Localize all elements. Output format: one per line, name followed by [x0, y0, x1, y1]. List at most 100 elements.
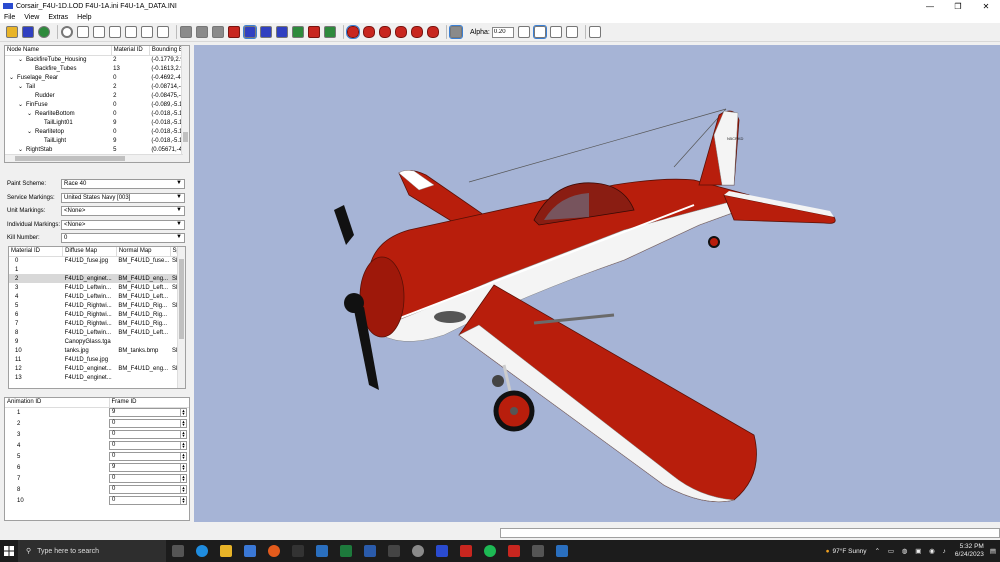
lighting-icon[interactable] [292, 26, 304, 38]
chevron-down-icon[interactable]: ⌄ [27, 128, 35, 135]
kill-number-select[interactable]: 0 ▼ [61, 232, 185, 243]
menu-view[interactable]: View [24, 14, 39, 21]
spinner-arrows-icon[interactable]: ▲ ▼ [180, 442, 186, 449]
frame-id-spinner[interactable]: 0 ▲ ▼ [109, 485, 187, 494]
aircraft-paint-icon[interactable] [363, 26, 375, 38]
spinner-arrows-icon[interactable]: ▲ ▼ [180, 453, 186, 460]
aircraft-markings-icon[interactable] [379, 26, 391, 38]
menu-help[interactable]: Help [77, 14, 91, 21]
view-back-icon[interactable] [93, 26, 105, 38]
gear-toggle-icon[interactable] [324, 26, 336, 38]
table-row[interactable]: 0F4U1D_fuse.jpgBM_F4U1D_fuse...SP_ [9, 256, 185, 265]
view-top-icon[interactable] [141, 26, 153, 38]
spinner-arrows-icon[interactable]: ▲ ▼ [180, 420, 186, 427]
column-header-frame-id[interactable]: Frame ID [109, 398, 189, 408]
word-icon[interactable] [364, 545, 376, 557]
view-right-icon[interactable] [125, 26, 137, 38]
frame-id-spinner[interactable]: 0 ▲ ▼ [109, 441, 187, 450]
column-header-diffuse-map[interactable]: Diffuse Map [62, 247, 117, 257]
maximize-button[interactable]: ❐ [944, 2, 972, 11]
chevron-down-icon[interactable]: ⌄ [9, 74, 17, 81]
weather-text[interactable]: 97°F Sunny [833, 548, 867, 555]
column-header-node-name[interactable]: Node Name [5, 46, 112, 56]
task-view-icon[interactable] [172, 545, 184, 557]
aircraft-damage-icon[interactable] [395, 26, 407, 38]
table-row[interactable]: 2F4U1D_enginet...BM_F4U1D_eng...SP_ [9, 274, 185, 283]
column-header-normal-map[interactable]: Normal Map [116, 247, 171, 257]
chevron-down-icon[interactable]: ⌄ [18, 83, 26, 90]
service-markings-select[interactable]: United States Navy [003] ▼ [61, 192, 185, 203]
taskbar-search[interactable]: ⚲ Type here to search [18, 540, 166, 562]
app-tool-icon[interactable] [532, 545, 544, 557]
alpha-input[interactable] [491, 26, 514, 38]
mail-icon[interactable] [316, 545, 328, 557]
damage-icon[interactable] [308, 26, 320, 38]
individual-markings-select[interactable]: <None> ▼ [61, 219, 185, 230]
frame-id-spinner[interactable]: 0 ▲ ▼ [109, 474, 187, 483]
file-explorer-icon[interactable] [220, 545, 232, 557]
table-row[interactable]: 4 F4U1D_Leftwin... BM_F4U1D_Left... [9, 292, 185, 301]
table-row[interactable]: 11 F4U1D_fuse.jpg [9, 355, 185, 364]
chevron-down-icon[interactable]: ⌄ [18, 56, 26, 63]
model-viewer-icon[interactable] [436, 545, 448, 557]
box-icon[interactable] [565, 26, 578, 38]
axes-icon[interactable] [532, 25, 547, 39]
view-bottom-icon[interactable] [157, 26, 169, 38]
view-front-icon[interactable] [77, 26, 89, 38]
shade-texture-icon[interactable] [212, 26, 224, 38]
edge-icon[interactable] [196, 545, 208, 557]
bounding-box-icon[interactable] [243, 25, 257, 39]
table-row[interactable]: 13 F4U1D_enginet... [9, 373, 185, 382]
app-icon[interactable] [412, 545, 424, 557]
store-icon[interactable] [244, 545, 256, 557]
tree-row[interactable]: TailLight 9 (-0.018,-5.13 [5, 136, 189, 145]
excel-icon[interactable] [340, 545, 352, 557]
paint-scheme-select[interactable]: Race 40 ▼ [61, 178, 185, 189]
table-row[interactable]: 3F4U1D_Leftwin...BM_F4U1D_Left...SP_ [9, 283, 185, 292]
column-header-material-id[interactable]: Material ID [111, 46, 150, 56]
tray-icons[interactable]: ⌃ ▭ ◍ ▣ ◉ ♪ [875, 547, 949, 555]
tree-row[interactable]: Backfire_Tubes 13 (-0.1613,2.98 [5, 64, 189, 73]
shield-icon[interactable] [508, 545, 520, 557]
app-n-icon[interactable] [292, 545, 304, 557]
materials-scrollbar[interactable] [177, 247, 185, 388]
chevron-down-icon[interactable]: ⌄ [27, 110, 35, 117]
shade-flat-icon[interactable] [180, 26, 192, 38]
transparency-icon[interactable] [449, 25, 463, 39]
tree-row[interactable]: Rudder 2 (-0.08475,-4. [5, 91, 189, 100]
aircraft-view-icon[interactable] [346, 25, 360, 39]
start-button[interactable] [0, 540, 18, 562]
menu-extras[interactable]: Extras [48, 14, 68, 21]
frame-id-spinner[interactable]: 0 ▲ ▼ [109, 419, 187, 428]
acrobat-icon[interactable] [460, 545, 472, 557]
wireframe-icon[interactable] [260, 26, 272, 38]
app-window-icon[interactable] [556, 545, 568, 557]
frame-id-spinner[interactable]: 0 ▲ ▼ [109, 496, 187, 505]
frame-id-spinner[interactable]: 9 ▲ ▼ [109, 463, 187, 472]
tree-row[interactable]: TailLight01 9 (-0.018,-5.13 [5, 118, 189, 127]
node-tree-scrollbar[interactable] [181, 46, 189, 162]
tree-row[interactable]: ⌄ RightStab 5 (0.05671,-4.8 [5, 145, 189, 154]
spinner-arrows-icon[interactable]: ▲ ▼ [180, 475, 186, 482]
aircraft-shadow-icon[interactable] [427, 26, 439, 38]
table-row[interactable]: 1 [9, 265, 185, 274]
spinner-arrows-icon[interactable]: ▲ ▼ [180, 486, 186, 493]
table-row[interactable]: 6 F4U1D_Rightwi... BM_F4U1D_Rig... [9, 310, 185, 319]
spinner-arrows-icon[interactable]: ▲ ▼ [180, 409, 186, 417]
spinner-arrows-icon[interactable]: ▲ ▼ [180, 497, 186, 504]
tree-row[interactable]: ⌄ FinFuse 0 (-0.089,-5.12 [5, 100, 189, 109]
save-icon[interactable] [22, 26, 34, 38]
chevron-down-icon[interactable]: ⌄ [18, 146, 26, 153]
column-header-material-id[interactable]: Material ID [9, 247, 64, 257]
tools-icon[interactable] [588, 26, 601, 38]
table-row[interactable]: 8 F4U1D_Leftwin... BM_F4U1D_Left... [9, 328, 185, 337]
menu-file[interactable]: File [4, 14, 15, 21]
3d-viewport[interactable]: N5CRKD [194, 45, 1000, 522]
tree-row[interactable]: ⌄ RearliteBottom 0 (-0.018,-5.12 [5, 109, 189, 118]
zoom-icon[interactable] [61, 26, 73, 38]
unit-markings-select[interactable]: <None> ▼ [61, 205, 185, 216]
node-tree-hscrollbar[interactable] [5, 154, 183, 162]
table-row[interactable]: 12F4U1D_enginet...BM_F4U1D_eng...SP_ [9, 364, 185, 373]
frame-id-spinner[interactable]: 9 ▲ ▼ [109, 408, 187, 418]
frame-id-spinner[interactable]: 0 ▲ ▼ [109, 452, 187, 461]
